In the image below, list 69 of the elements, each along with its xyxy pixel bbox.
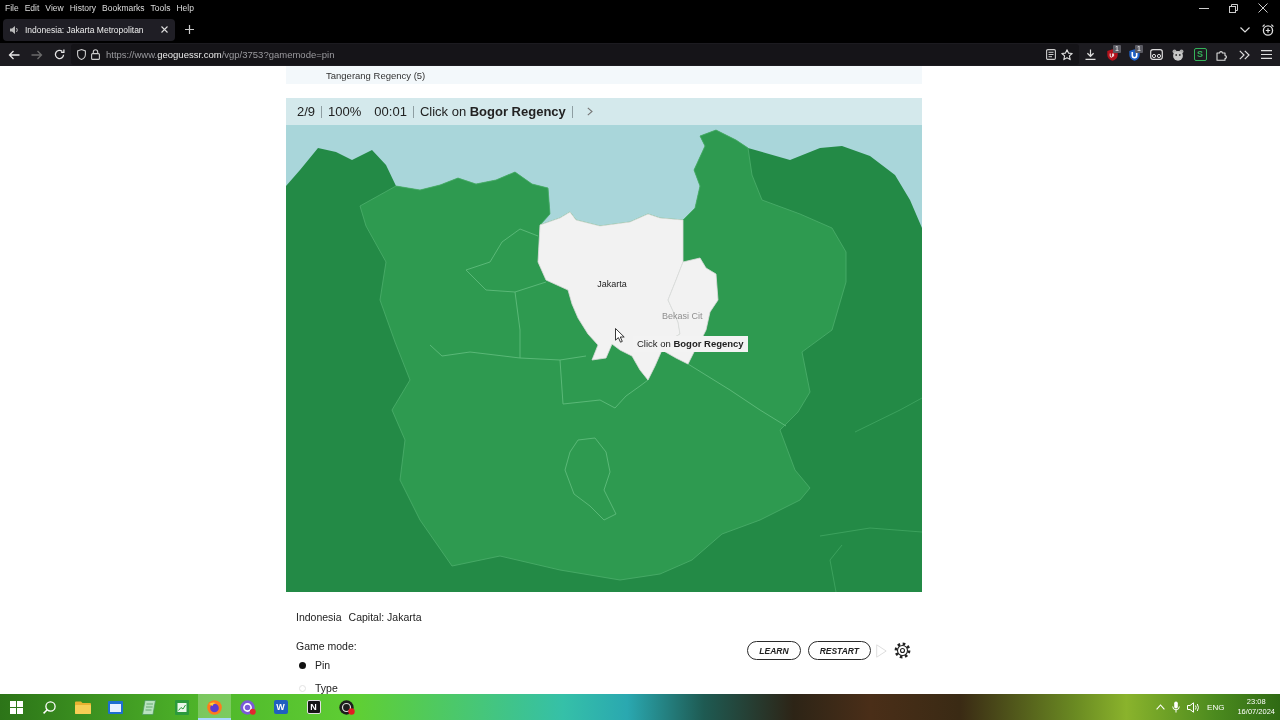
menu-item[interactable]: Edit [24,3,40,13]
menu-item[interactable]: Tools [150,3,171,13]
close-icon[interactable] [1258,3,1268,13]
settings-icon[interactable] [894,642,911,659]
address-bar[interactable]: https://www.geoguessr.com/vgp/3753?gamemode=pin [71,44,1079,65]
download-icon[interactable] [1084,49,1096,60]
animal-head-icon[interactable] [1172,48,1184,61]
taskbar-button[interactable]: N [297,694,330,720]
speaker-icon[interactable] [10,25,19,34]
chevron-up-icon[interactable] [1156,704,1166,710]
menu-item[interactable]: History [69,3,97,13]
option-label[interactable]: Pin [315,659,331,671]
browser-icon[interactable] [207,699,222,715]
option-label[interactable]: Type [315,682,338,694]
letter-logo[interactable]: N [306,700,321,714]
menu-item[interactable]: File [5,3,19,13]
menu-item[interactable]: Bookmarks [102,3,145,13]
back-icon[interactable] [8,49,20,60]
game-mode-label: Game mode: [296,640,357,652]
puzzle-icon[interactable] [1216,48,1228,61]
star-icon[interactable] [1061,48,1073,61]
reader-view-icon[interactable] [1046,49,1056,60]
record-icon[interactable] [338,699,355,715]
language-indicator[interactable]: ENG [1207,702,1225,712]
shield-icon[interactable] [77,49,86,60]
letter-logo[interactable]: W [273,700,288,714]
progress-text: 2/9 [297,104,316,119]
region-border [829,544,843,592]
menu-item[interactable]: Help [176,3,194,13]
windows-start-icon[interactable] [10,700,23,714]
lock-icon[interactable] [91,49,100,60]
restore-icon[interactable] [1229,3,1238,13]
list-item-text[interactable]: Tangerang Regency (5) [326,69,426,81]
region-border [854,397,922,433]
speaker-icon[interactable] [1187,701,1201,713]
close-icon[interactable] [161,26,168,33]
window-icon[interactable] [108,700,123,714]
url-text: https://www.geoguessr.com/vgp/3753?gamemode=pin [106,49,335,60]
country-name: Indonesia [296,611,342,623]
browser-tab[interactable]: Indonesia: Jakarta Metropolitan [3,18,175,41]
double-chevron-icon[interactable] [1238,49,1250,60]
sheet-icon[interactable] [174,699,189,715]
search-icon[interactable] [43,700,56,714]
forward-icon[interactable] [31,49,43,60]
timer-text: 00:01 [374,104,407,119]
folder-icon[interactable] [74,700,91,714]
map-label: Jakarta [597,279,627,289]
alarm-clock-icon[interactable] [1262,23,1274,36]
taskbar-button[interactable] [198,694,231,720]
taskbar-button[interactable]: W [264,694,297,720]
cassette-icon[interactable] [1149,49,1163,60]
minimize-icon[interactable] [1199,7,1209,9]
capital-text: Capital: Jakarta [348,611,422,623]
restart-button[interactable]: RESTART [807,641,871,660]
letter-logo[interactable]: S [1193,48,1207,61]
prompt-text: Click on Bogor Regency [419,104,566,119]
score-text: 100% [328,104,362,119]
radio-button[interactable] [299,661,306,669]
map-label: Bekasi Cit [662,311,703,321]
menu-item[interactable]: View [45,3,64,13]
chevron-down-icon[interactable] [1240,26,1250,33]
chevron-right-icon[interactable] [586,107,593,116]
reload-icon[interactable] [54,49,65,60]
menu-icon[interactable] [1260,50,1272,59]
microphone-icon[interactable] [1172,701,1181,713]
chat-icon[interactable] [239,699,256,715]
cursor-icon [615,328,625,343]
learn-button[interactable]: LEARN [747,641,801,660]
plus-icon[interactable] [185,25,194,34]
